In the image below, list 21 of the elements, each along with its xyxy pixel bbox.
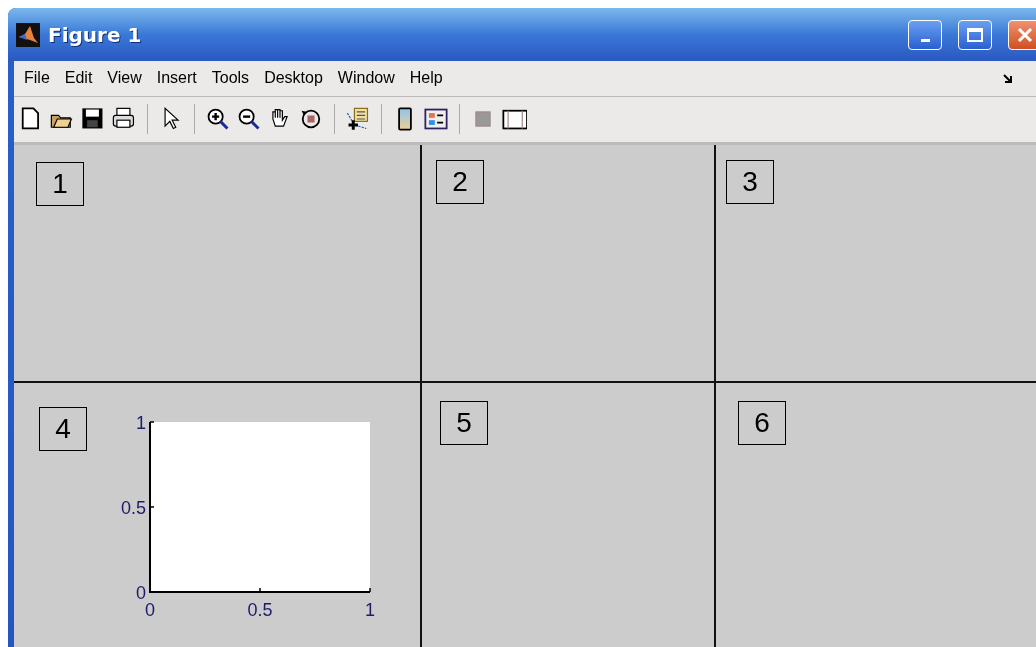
menu-item[interactable]: Insert	[152, 69, 208, 88]
panel-number: 1	[36, 162, 84, 206]
y-tick-label: 0	[136, 583, 146, 603]
x-tick-label: 0.5	[247, 600, 273, 620]
panel-number: 3	[726, 160, 774, 204]
y-tick-label: 0.5	[120, 498, 146, 518]
panel-number: 5	[440, 401, 488, 445]
menu-item[interactable]: Desktop	[260, 69, 334, 88]
panel-number: 4	[39, 407, 87, 451]
panel-number: 6	[738, 401, 786, 445]
menu-item[interactable]: Window	[333, 69, 406, 88]
panel-number: 2	[436, 160, 484, 204]
x-tick-label: 0	[145, 600, 155, 620]
menu-item[interactable]: File	[20, 69, 61, 88]
window-title: Figure 1	[48, 22, 143, 47]
x-tick-label: 1	[365, 600, 375, 620]
menu-item[interactable]: Edit	[60, 69, 104, 88]
menu-item[interactable]: Help	[405, 69, 454, 88]
y-tick-label: 1	[136, 413, 146, 433]
menu-item[interactable]: View	[103, 69, 153, 88]
menu-item[interactable]: Tools	[207, 69, 261, 88]
